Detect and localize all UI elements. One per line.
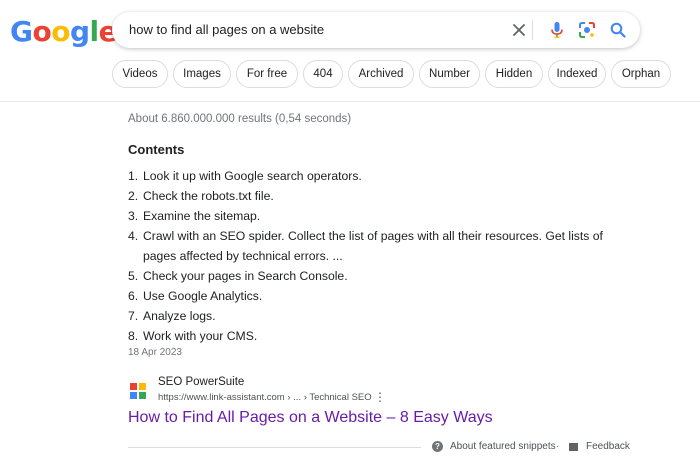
chip-images[interactable]: Images	[173, 60, 231, 88]
list-number: 2.	[128, 189, 139, 203]
list-text: Use Google Analytics.	[143, 289, 263, 303]
list-number: 8.	[128, 329, 139, 343]
list-item: 8. Work with your CMS.	[128, 326, 628, 346]
logo-letter: o	[32, 15, 52, 48]
chip-orphan[interactable]: Orphan	[611, 60, 671, 88]
list-item: 3. Examine the sitemap.	[128, 206, 628, 226]
chip-archived[interactable]: Archived	[348, 60, 414, 88]
list-number: 3.	[128, 209, 139, 223]
logo-letter: G	[10, 15, 33, 48]
list-item: 5. Check your pages in Search Console.	[128, 266, 628, 286]
snippet-heading: Contents	[128, 142, 185, 157]
microphone-icon[interactable]	[547, 20, 567, 40]
logo-letter: l	[89, 15, 100, 48]
google-logo[interactable]: Google	[10, 15, 118, 48]
footer-divider	[128, 447, 421, 448]
feedback-label: Feedback	[586, 441, 630, 452]
list-item: 4. Crawl with an SEO spider. Collect the …	[128, 226, 628, 266]
result-title-link[interactable]: How to Find All Pages on a Website – 8 E…	[128, 409, 493, 427]
result-site-name[interactable]: SEO PowerSuite	[158, 376, 244, 388]
list-number: 1.	[128, 169, 139, 183]
list-number: 4.	[128, 229, 139, 243]
more-options-icon[interactable]: ⋮	[374, 390, 386, 404]
list-text: Analyze logs.	[143, 309, 216, 323]
chip-for-free[interactable]: For free	[236, 60, 298, 88]
logo-letter: o	[51, 15, 70, 48]
list-item: 2. Check the robots.txt file.	[128, 186, 628, 206]
list-text: Crawl with an SEO spider. Collect the li…	[143, 229, 603, 263]
logo-letter: g	[69, 15, 90, 48]
search-icon[interactable]	[608, 20, 628, 40]
list-number: 6.	[128, 289, 139, 303]
header-divider	[0, 101, 700, 102]
camera-lens-icon[interactable]	[577, 20, 597, 40]
chip-404[interactable]: 404	[303, 60, 343, 88]
list-item: 7. Analyze logs.	[128, 306, 628, 326]
list-text: Examine the sitemap.	[143, 209, 261, 223]
close-icon[interactable]	[509, 20, 529, 40]
chip-indexed[interactable]: Indexed	[548, 60, 606, 88]
chip-videos[interactable]: Videos	[112, 60, 168, 88]
list-number: 7.	[128, 309, 139, 323]
list-text: Check your pages in Search Console.	[143, 269, 348, 283]
list-item: 6. Use Google Analytics.	[128, 286, 628, 306]
search-input[interactable]: how to find all pages on a website	[129, 22, 324, 37]
list-number: 5.	[128, 269, 139, 283]
about-featured-snippets[interactable]: ? About featured snippets	[432, 441, 556, 452]
help-icon: ?	[432, 441, 443, 452]
search-box[interactable]: how to find all pages on a website	[112, 12, 640, 48]
about-featured-snippets-label: About featured snippets	[450, 441, 556, 452]
chip-hidden[interactable]: Hidden	[485, 60, 543, 88]
list-text: Check the robots.txt file.	[143, 189, 274, 203]
result-url[interactable]: https://www.link-assistant.com › ... › T…	[158, 392, 372, 403]
footer-separator: ·	[556, 441, 560, 452]
list-item: 1. Look it up with Google search operator…	[128, 166, 628, 186]
search-divider	[532, 20, 533, 40]
result-stats: About 6.860.000.000 results (0,54 second…	[128, 113, 352, 125]
feedback-link[interactable]: Feedback	[569, 441, 630, 452]
list-text: Look it up with Google search operators.	[143, 169, 362, 183]
feedback-icon	[569, 442, 578, 451]
site-favicon	[129, 382, 147, 400]
snippet-date: 18 Apr 2023	[128, 347, 182, 358]
chip-number[interactable]: Number	[419, 60, 480, 88]
snippet-list: 1. Look it up with Google search operator…	[128, 166, 628, 346]
list-text: Work with your CMS.	[143, 329, 258, 343]
